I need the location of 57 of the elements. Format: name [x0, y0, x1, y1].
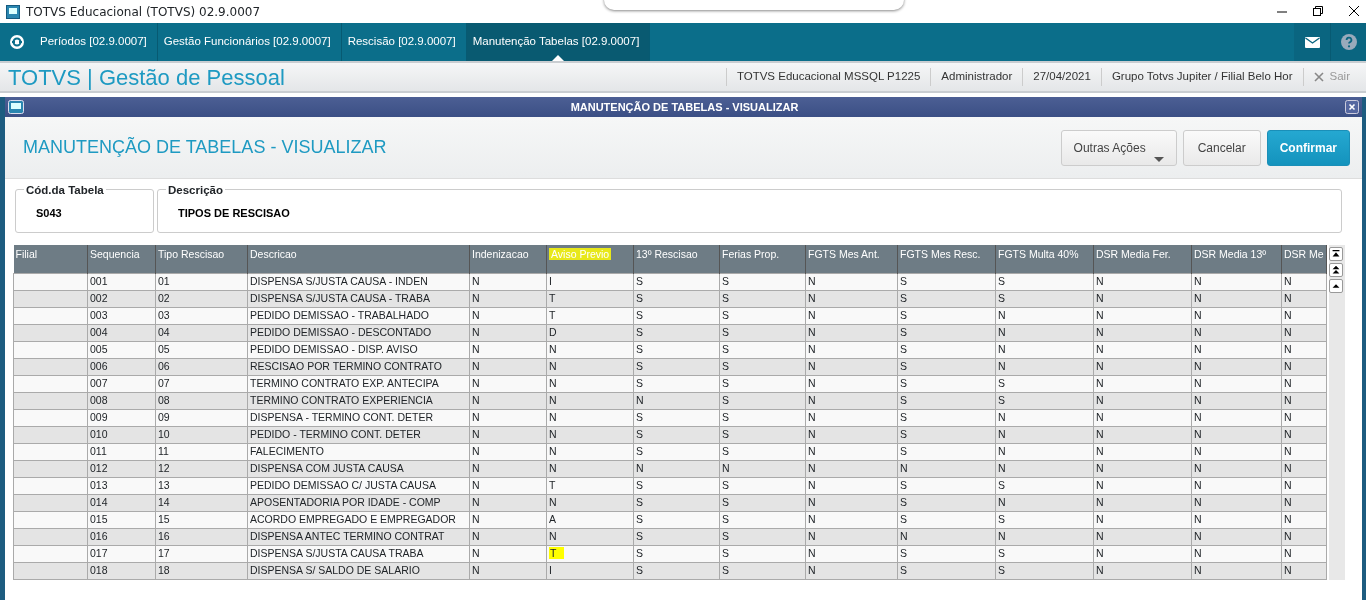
close-icon	[1313, 72, 1324, 82]
page-heading: MANUTENÇÃO DE TABELAS - VISUALIZAR	[23, 136, 387, 159]
table-cell: DISPENSA S/JUSTA CAUSA - INDEN	[247, 273, 470, 290]
table-cell: N	[549, 411, 557, 423]
table-cell: S	[897, 273, 996, 290]
table-cell: N	[549, 496, 557, 508]
column-header[interactable]: Descricao	[250, 248, 297, 260]
table-cell: S	[633, 273, 720, 290]
table-cell: T	[549, 309, 556, 321]
table-cell: 001	[87, 273, 156, 290]
table-cell: N	[469, 273, 547, 290]
table-cell: I	[549, 275, 552, 287]
maximize-icon[interactable]	[1312, 4, 1324, 17]
table-cell: N	[549, 462, 557, 474]
app-title: TOTVS | Gestão de Pessoal	[7, 63, 285, 92]
table-cell: N	[549, 377, 557, 389]
table-cell: N	[1281, 273, 1327, 290]
table-cell: S	[995, 273, 1094, 290]
table-cell: 01	[155, 273, 248, 290]
app-icon	[6, 4, 20, 19]
window-title: TOTVS Educacional (TOTVS) 02.9.0007	[26, 3, 261, 21]
header-info: 27/04/2021	[1022, 68, 1101, 86]
dialog-title: MANUTENÇÃO DE TABELAS - VISUALIZAR	[569, 99, 800, 115]
cancel-button[interactable]: Cancelar	[1182, 129, 1261, 166]
text-field[interactable]: S043	[16, 205, 153, 221]
text-field[interactable]: TIPOS DE RESCISAO	[158, 205, 1341, 221]
table-cell: T	[549, 292, 556, 304]
table-cell: N	[805, 273, 898, 290]
table-cell: S	[719, 273, 806, 290]
help-icon[interactable]	[1340, 34, 1357, 50]
logout-link[interactable]: Sair	[1302, 68, 1360, 86]
table-cell: T	[549, 547, 565, 559]
confirm-button[interactable]: Confirmar	[1266, 129, 1350, 166]
scroll-up-icon[interactable]	[1329, 279, 1343, 293]
scroll-top-icon[interactable]	[1329, 247, 1343, 261]
table-cell: A	[549, 513, 556, 525]
tab[interactable]: Manutenção Tabelas [02.9.0007]	[466, 23, 651, 61]
page-up-icon[interactable]	[1329, 263, 1343, 277]
table-cell: N	[1093, 273, 1192, 290]
close-icon[interactable]	[1348, 4, 1360, 17]
table-cell: N	[549, 530, 557, 542]
table-cell: N	[549, 445, 557, 457]
header-info: TOTVS Educacional MSSQL P1225	[725, 68, 931, 86]
header-info: Grupo Totvs Jupiter / Filial Belo Hor	[1100, 68, 1303, 86]
dropdown-button[interactable]: Outras Ações	[1060, 129, 1177, 166]
table-cell: T	[549, 479, 556, 491]
table-cell: N	[549, 428, 557, 440]
header-info: Administrador	[930, 68, 1023, 86]
table-cell: I	[549, 564, 552, 576]
table-cell: N	[549, 394, 557, 406]
table-cell: D	[549, 326, 557, 338]
mail-icon[interactable]	[1304, 36, 1320, 48]
dialog-icon	[8, 100, 24, 114]
table-cell: N	[1191, 273, 1282, 290]
column-header[interactable]: Filial	[15, 248, 38, 260]
table-cell: N	[549, 343, 557, 355]
table-cell: N	[549, 360, 557, 372]
